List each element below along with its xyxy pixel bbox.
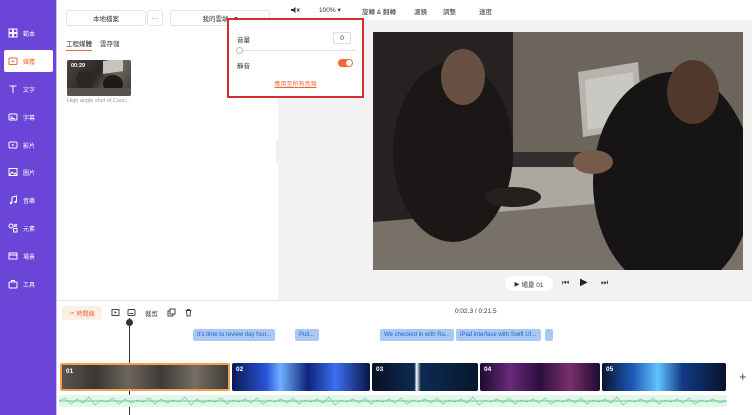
editor-toolbar: 100% ▾ 旋轉 & 翻轉 濾鏡 調整 速度 <box>278 0 752 20</box>
sidebar-item-music[interactable]: 音樂 <box>4 189 53 211</box>
play-icon[interactable]: ▶ <box>580 277 588 288</box>
sidebar-item-media[interactable]: 媒體 <box>4 50 53 72</box>
tools-icon <box>8 280 18 289</box>
caption-clip[interactable]: It's time to review day four... <box>193 329 275 341</box>
video-frame <box>373 32 743 270</box>
scissors-icon: ✂ <box>69 310 75 317</box>
local-files-button[interactable]: 本地檔案 <box>66 10 146 26</box>
video-clip[interactable]: 04 <box>480 363 600 391</box>
elements-icon <box>8 223 18 233</box>
rotate-flip-button[interactable]: 旋轉 & 翻轉 <box>362 6 396 16</box>
subtitle-track-icon[interactable] <box>127 308 136 317</box>
sidebar-item-label: 圖片 <box>23 170 36 177</box>
media-thumbnail[interactable]: 00:29 <box>67 60 131 96</box>
clip-number: 01 <box>66 368 74 375</box>
timeline-toolbar: ✂ 時間線 裁剪 0:02.3 / 0:21.5 <box>57 306 752 320</box>
video-clip[interactable]: 02 <box>232 363 370 391</box>
audio-track[interactable] <box>59 395 727 407</box>
thumb-caption: High angle shot of Cauc... <box>67 98 131 104</box>
split-label: 時間線 <box>76 311 95 318</box>
crop-button[interactable]: 裁剪 <box>145 308 158 318</box>
more-label: ··· <box>151 14 159 22</box>
skip-forward-icon[interactable]: ⏭ <box>601 278 608 288</box>
playhead-handle[interactable] <box>126 319 133 326</box>
sidebar-item-images[interactable]: 圖片 <box>4 161 53 183</box>
playback-controls: ▶ 場景 01 ⏮ ▶ ⏭ <box>278 275 752 295</box>
sidebar-item-label: 音樂 <box>23 198 36 205</box>
sidebar-item-subtitles[interactable]: 字幕 <box>4 106 53 128</box>
sidebar-item-elements[interactable]: 元素 <box>4 217 53 239</box>
time-display: 0:02.3 / 0:21.5 <box>455 308 497 315</box>
my-space-label: 我的雲端 <box>202 16 229 23</box>
add-clip-button[interactable]: + <box>739 369 747 384</box>
trash-icon[interactable] <box>184 308 193 317</box>
video-clip[interactable]: 05 <box>602 363 726 391</box>
music-icon <box>9 195 17 205</box>
scenes-icon <box>8 252 18 260</box>
sidebar: 範本 媒體 文字 字幕 影片 圖片 音樂 元素 場景 工具 <box>0 0 57 415</box>
sidebar-item-templates[interactable]: 範本 <box>4 22 53 44</box>
play-small-icon: ▶ <box>514 280 520 288</box>
adjust-button[interactable]: 調整 <box>443 6 456 16</box>
subtitle-icon <box>8 113 18 121</box>
skip-back-icon[interactable]: ⏮ <box>562 278 569 288</box>
more-options-button[interactable]: ··· <box>147 10 163 26</box>
clip-number: 05 <box>606 366 614 373</box>
thumb-duration: 00:29 <box>71 63 86 69</box>
video-icon <box>8 141 18 149</box>
zoom-value: 100% <box>319 7 336 14</box>
sidebar-item-label: 字幕 <box>23 115 36 122</box>
scene-label: 場景 01 <box>521 281 544 289</box>
image-icon <box>8 168 18 176</box>
volume-input[interactable]: 0 <box>333 32 351 44</box>
clip-number: 02 <box>236 366 244 373</box>
apply-to-all-link[interactable]: 應用至所有音頻 <box>229 79 362 88</box>
sidebar-item-label: 文字 <box>23 87 36 94</box>
sidebar-item-label: 範本 <box>23 31 36 38</box>
volume-label: 音量 <box>237 37 250 44</box>
mute-toggle[interactable] <box>338 59 353 67</box>
speed-button[interactable]: 速度 <box>479 6 492 16</box>
media-icon <box>8 57 18 65</box>
sidebar-item-label: 媒體 <box>23 59 36 66</box>
media-tabs: 工程媒體 雲存儲 <box>66 38 120 51</box>
local-files-label: 本地檔案 <box>93 16 119 23</box>
sidebar-item-video[interactable]: 影片 <box>4 134 53 156</box>
template-icon <box>8 28 18 38</box>
mute-icon[interactable] <box>290 6 300 16</box>
tab-project-media[interactable]: 工程媒體 <box>66 38 92 51</box>
split-button[interactable]: ✂ 時間線 <box>62 306 102 320</box>
timeline: ✂ 時間線 裁剪 0:02.3 / 0:21.5 It's time to re… <box>57 300 752 415</box>
filter-button[interactable]: 濾鏡 <box>414 6 427 16</box>
sidebar-item-label: 元素 <box>23 226 36 233</box>
clip-number: 04 <box>484 366 492 373</box>
volume-slider[interactable] <box>238 50 355 51</box>
sidebar-item-label: 影片 <box>23 143 36 150</box>
video-preview[interactable] <box>373 32 743 270</box>
audio-waveform <box>59 396 727 406</box>
volume-slider-handle[interactable] <box>236 47 243 54</box>
duplicate-icon[interactable] <box>167 308 176 317</box>
caption-clip[interactable]: Pull... <box>295 329 319 341</box>
chevron-down-icon: ▾ <box>337 7 341 14</box>
sidebar-item-tools[interactable]: 工具 <box>4 273 53 295</box>
mute-label: 靜音 <box>237 63 250 70</box>
caption-clip[interactable] <box>545 329 553 341</box>
clip-number: 03 <box>376 366 384 373</box>
video-clip[interactable]: 01 <box>60 363 230 391</box>
video-clip[interactable]: 03 <box>372 363 478 391</box>
volume-popover: 音量 0 靜音 應用至所有音頻 <box>227 18 364 98</box>
sidebar-item-label: 工具 <box>23 282 36 289</box>
zoom-select[interactable]: 100% ▾ <box>319 6 341 14</box>
video-track-icon[interactable] <box>111 308 120 317</box>
caption-clip[interactable]: We checked in with Ra... <box>380 329 454 341</box>
text-icon <box>9 85 17 93</box>
scene-selector-button[interactable]: ▶ 場景 01 <box>505 276 553 291</box>
tab-cloud-storage[interactable]: 雲存儲 <box>100 38 120 51</box>
caption-clip[interactable]: iPad interface with Swift UI... <box>456 329 541 341</box>
sidebar-item-label: 場景 <box>23 254 36 261</box>
sidebar-item-text[interactable]: 文字 <box>4 78 53 100</box>
sidebar-item-scenes[interactable]: 場景 <box>4 245 53 267</box>
